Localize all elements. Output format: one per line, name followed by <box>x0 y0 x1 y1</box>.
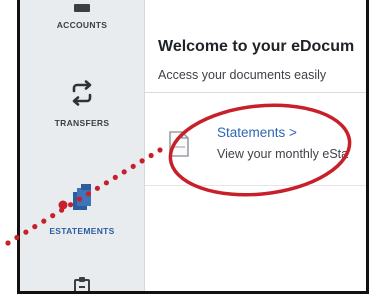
page-title: Welcome to your eDocum <box>158 38 355 55</box>
accounts-icon <box>74 4 90 12</box>
sidebar-item-label: ESTATEMENTS <box>49 226 115 236</box>
sidebar-item-label: TRANSFERS <box>54 118 110 128</box>
statements-link[interactable]: Statements > <box>217 125 297 140</box>
sidebar: ACCOUNTS TRANSFERS ESTATEMENTS <box>20 0 145 291</box>
statements-description: View your monthly eSta <box>217 147 349 161</box>
document-icon <box>169 131 189 157</box>
page-subtitle: Access your documents easily <box>158 68 327 82</box>
sidebar-item-accounts[interactable]: ACCOUNTS <box>20 0 144 30</box>
sidebar-item-estatements[interactable]: ESTATEMENTS <box>20 184 144 236</box>
sidebar-item-clipboard[interactable] <box>20 276 144 291</box>
transfers-icon <box>72 80 92 106</box>
statements-row[interactable]: Statements > View your monthly eSta <box>145 110 366 185</box>
annotation-dot <box>5 240 11 246</box>
divider <box>145 92 366 93</box>
sidebar-item-transfers[interactable]: TRANSFERS <box>20 80 144 128</box>
app-frame: ACCOUNTS TRANSFERS ESTATEMENTS Welcome t… <box>17 0 369 294</box>
sidebar-item-label: ACCOUNTS <box>56 20 108 30</box>
divider <box>145 185 366 186</box>
clipboard-icon <box>74 277 90 291</box>
estatements-icon <box>73 184 91 210</box>
main-content: Welcome to your eDocum Access your docum… <box>145 0 366 291</box>
